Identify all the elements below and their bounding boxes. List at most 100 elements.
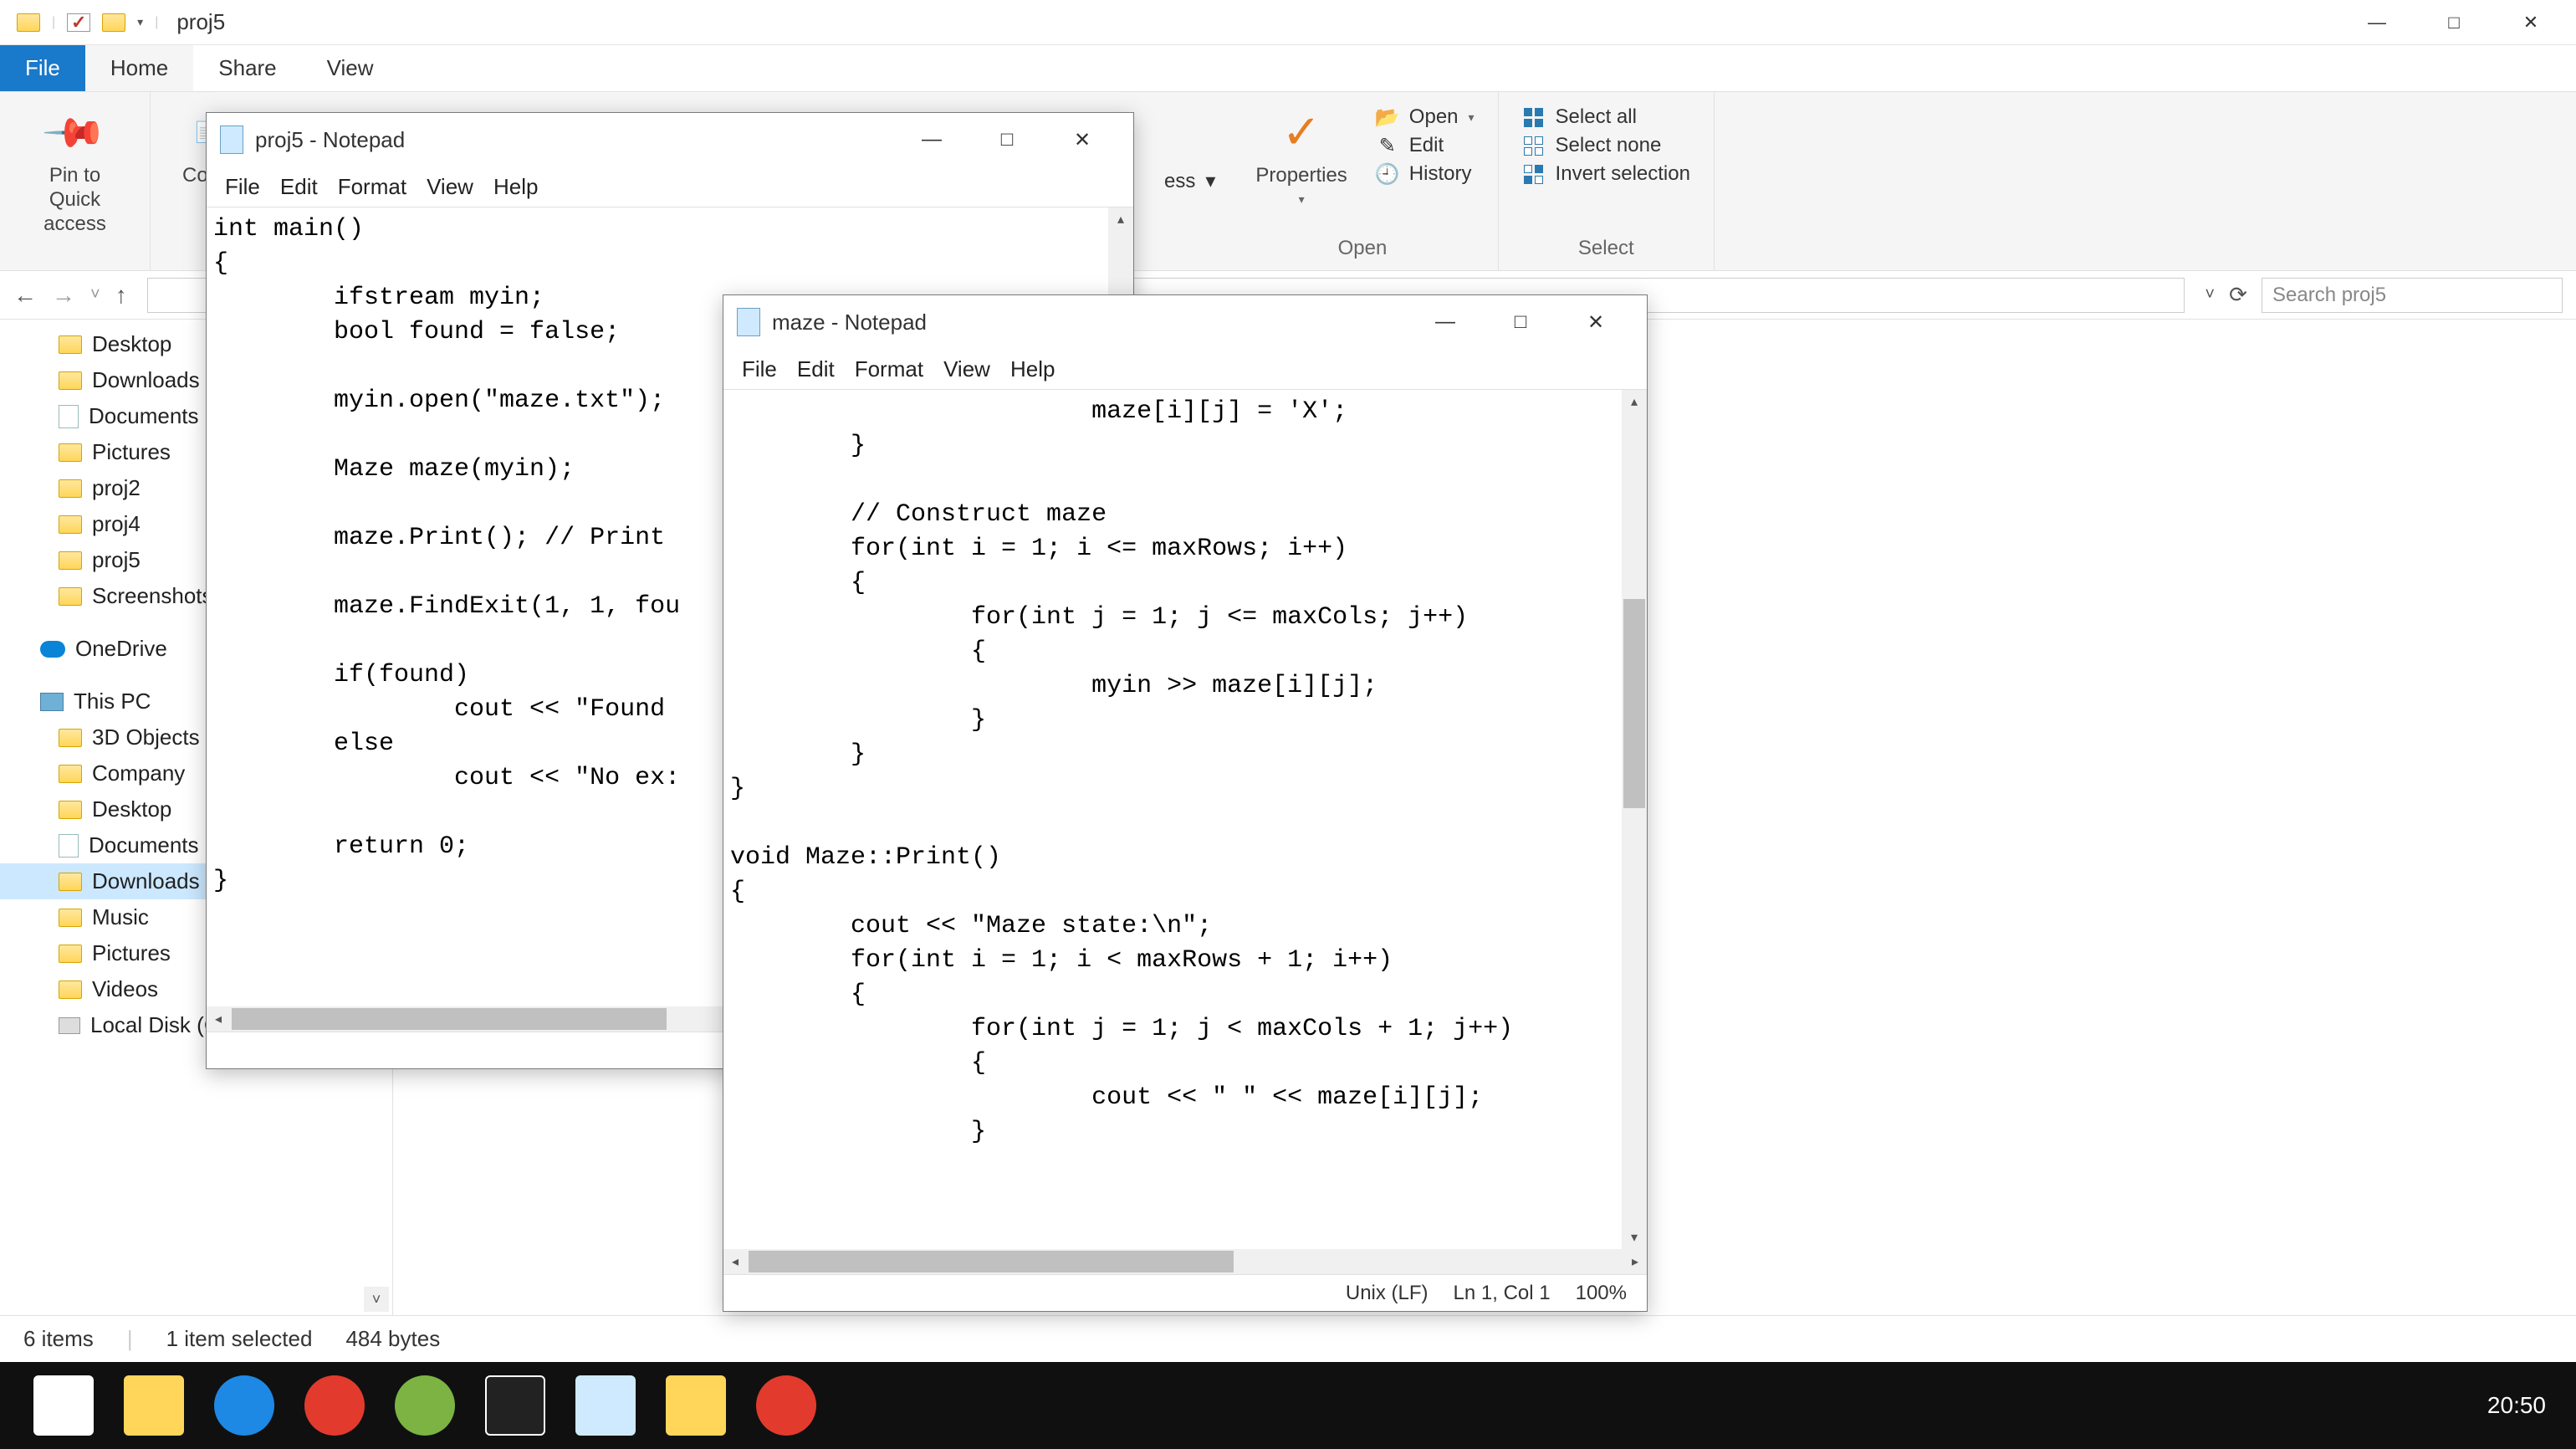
taskbar-start-button[interactable]	[33, 1375, 94, 1436]
disk-icon	[59, 1017, 80, 1034]
select-none-button[interactable]: Select none	[1522, 134, 1690, 157]
notepad2-minimize-button[interactable]: ―	[1408, 302, 1483, 342]
new-folder-qat-icon[interactable]	[102, 13, 125, 32]
taskbar-pins	[0, 1375, 816, 1436]
notepad2-menu-format[interactable]: Format	[846, 353, 932, 386]
ribbon-group-select: Select all Select none Invert selection …	[1499, 92, 1715, 270]
ribbon-tabstrip: File Home Share View	[0, 45, 2576, 92]
tree-item-label: 3D Objects	[92, 724, 200, 750]
tree-item-label: Music	[92, 904, 149, 930]
notepad2-vscroll-thumb[interactable]	[1623, 599, 1645, 808]
chevron-down-icon: ▾	[1469, 110, 1475, 125]
notepad2-maximize-button[interactable]: □	[1483, 302, 1558, 342]
notepad1-menu-edit[interactable]: Edit	[272, 171, 326, 203]
folder-icon	[59, 371, 82, 390]
taskbar-app3-button[interactable]	[756, 1375, 816, 1436]
address-dropdown-icon[interactable]: ˅	[2205, 285, 2215, 305]
folder-icon	[59, 909, 82, 927]
refresh-button[interactable]: ⟳	[2221, 282, 2255, 308]
pin-to-quick-access-button[interactable]: 📌 Pin to Quick access	[12, 97, 138, 244]
scroll-down-icon[interactable]: ▾	[1622, 1226, 1647, 1249]
properties-qat-icon[interactable]: ✓	[67, 13, 90, 32]
taskbar-clock[interactable]: 20:50	[2457, 1392, 2576, 1419]
taskbar-explorer-button[interactable]	[124, 1375, 184, 1436]
folder-icon	[59, 479, 82, 498]
notepad2-menu-help[interactable]: Help	[1002, 353, 1063, 386]
notepad2-status-zoom: 100%	[1576, 1282, 1627, 1305]
notepad1-menu-help[interactable]: Help	[485, 171, 546, 203]
properties-button[interactable]: ✓ Properties ▾	[1239, 97, 1363, 215]
scroll-left-icon[interactable]: ◂	[723, 1249, 747, 1274]
tab-view[interactable]: View	[302, 45, 399, 91]
tree-item-label: Documents	[89, 832, 199, 858]
notepad2-titlebar[interactable]: maze - Notepad ― □ ✕	[723, 295, 1647, 349]
select-all-button[interactable]: Select all	[1522, 105, 1690, 129]
window-title: proj5	[168, 9, 225, 35]
folder-icon	[59, 335, 82, 354]
folder-icon	[17, 13, 40, 32]
notepad2-hscroll-thumb[interactable]	[749, 1251, 1234, 1272]
tab-home[interactable]: Home	[85, 45, 193, 91]
notepad1-titlebar[interactable]: proj5 - Notepad ― □ ✕	[207, 113, 1133, 166]
tab-share[interactable]: Share	[193, 45, 301, 91]
tree-item-label: This PC	[74, 689, 151, 714]
quick-access-toolbar: | ✓ ▾ |	[7, 13, 168, 32]
notepad2-menu-view[interactable]: View	[935, 353, 999, 386]
invert-selection-button[interactable]: Invert selection	[1522, 162, 1690, 186]
notepad2-menu-edit[interactable]: Edit	[789, 353, 843, 386]
tree-scroll-down-button[interactable]: ˅	[364, 1287, 389, 1312]
edit-icon: ✎	[1376, 134, 1399, 157]
tree-item-label: Desktop	[92, 331, 171, 357]
notepad1-menu-file[interactable]: File	[217, 171, 268, 203]
folder-icon	[59, 443, 82, 462]
notepad1-minimize-button[interactable]: ―	[894, 120, 969, 160]
tree-item-label: OneDrive	[75, 636, 167, 662]
notepad1-close-button[interactable]: ✕	[1045, 120, 1120, 160]
open-label: Open	[1409, 105, 1459, 129]
minimize-button[interactable]: ―	[2338, 3, 2415, 43]
scroll-left-icon[interactable]: ◂	[207, 1006, 230, 1032]
taskbar[interactable]: 20:50	[0, 1362, 2576, 1449]
taskbar-app1-button[interactable]	[304, 1375, 365, 1436]
notepad1-menu-format[interactable]: Format	[330, 171, 415, 203]
doc-icon	[59, 405, 79, 428]
notepad2-vertical-scrollbar[interactable]: ▴ ▾	[1622, 390, 1647, 1249]
scroll-up-icon[interactable]: ▴	[1622, 390, 1647, 413]
tab-file[interactable]: File	[0, 45, 85, 91]
qat-dropdown-icon[interactable]: ▾	[137, 15, 143, 29]
recent-locations-button[interactable]: ˅	[90, 285, 100, 305]
explorer-titlebar: | ✓ ▾ | proj5 ― □ ✕	[0, 0, 2576, 45]
tree-item-label: Videos	[92, 976, 158, 1002]
forward-button[interactable]: →	[52, 282, 75, 309]
cloud-icon	[40, 641, 65, 658]
edit-button[interactable]: ✎Edit	[1376, 134, 1475, 157]
maximize-button[interactable]: □	[2415, 3, 2492, 43]
notepad1-maximize-button[interactable]: □	[969, 120, 1045, 160]
notepad2-close-button[interactable]: ✕	[1558, 302, 1633, 342]
taskbar-edge-button[interactable]	[214, 1375, 274, 1436]
notepad1-hscroll-thumb[interactable]	[232, 1008, 667, 1030]
tree-item-label: Pictures	[92, 439, 171, 465]
taskbar-notepad-button[interactable]	[575, 1375, 636, 1436]
search-placeholder: Search proj5	[2272, 284, 2386, 307]
taskbar-folder2-button[interactable]	[666, 1375, 726, 1436]
notepad2-text-area[interactable]: maze[i][j] = 'X'; } // Construct maze fo…	[723, 389, 1647, 1249]
scroll-right-icon[interactable]: ▸	[1623, 1249, 1647, 1274]
notepad2-horizontal-scrollbar[interactable]: ◂ ▸	[723, 1249, 1647, 1274]
back-button[interactable]: ←	[13, 282, 37, 309]
search-input[interactable]: Search proj5	[2262, 278, 2563, 313]
notepad-icon	[737, 308, 760, 336]
explorer-statusbar: 6 items | 1 item selected 484 bytes	[0, 1315, 2576, 1362]
taskbar-terminal-button[interactable]	[485, 1375, 545, 1436]
pin-label: Pin to Quick access	[28, 164, 121, 236]
taskbar-app2-button[interactable]	[395, 1375, 455, 1436]
notepad2-menu-file[interactable]: File	[733, 353, 785, 386]
checkmark-icon: ✓	[1282, 105, 1321, 160]
up-button[interactable]: ↑	[115, 282, 127, 309]
close-button[interactable]: ✕	[2492, 3, 2569, 43]
history-button[interactable]: 🕘History	[1376, 162, 1475, 186]
scroll-up-icon[interactable]: ▴	[1108, 207, 1133, 231]
notepad1-menu-view[interactable]: View	[418, 171, 482, 203]
open-button[interactable]: 📂Open ▾	[1376, 105, 1475, 129]
ribbon-easy-access-fragment[interactable]: ess▾	[1153, 92, 1227, 270]
